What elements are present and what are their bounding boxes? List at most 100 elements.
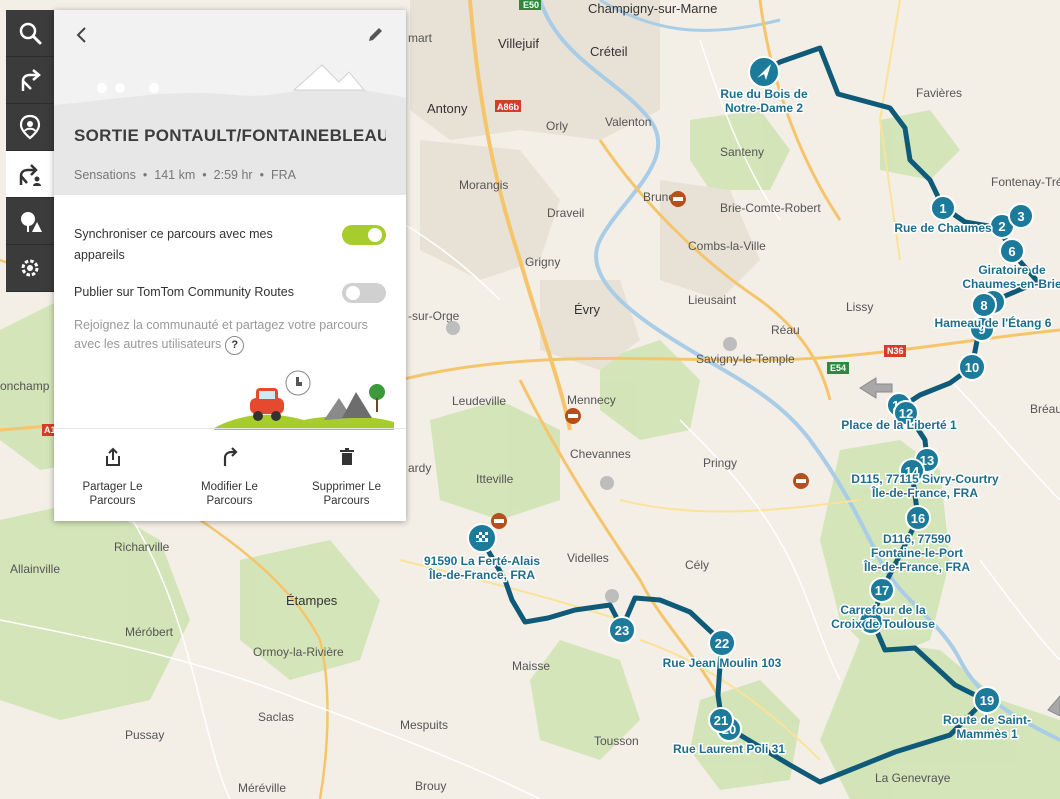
waypoint-marker[interactable]: 6 [999,238,1025,264]
waypoint-label: D115, 77115 Sivry-Courtry Île-de-France, … [851,472,999,500]
waypoint-marker[interactable]: 1 [930,195,956,221]
place-label: Morangis [459,178,508,192]
place-label: Allainville [10,562,60,576]
svg-text:22: 22 [715,636,729,651]
edit-name-button[interactable] [364,24,386,46]
route-planner-button[interactable] [6,57,54,104]
route-planner-icon [21,69,41,91]
road-closure-icon [565,408,581,424]
sync-toggle[interactable] [342,225,386,245]
road-closure-icon [670,191,686,207]
route-meta: Sensations • 141 km • 2:59 hr • FRA [74,168,296,182]
place-label: Antony [427,101,468,116]
community-note-text: Rejoignez la communauté et partagez votr… [74,318,368,351]
route-details-panel: SORTIE PONTAULT/FONTAINEBLEAU/CE Sensati… [54,10,406,521]
waypoint-marker[interactable]: 21 [708,707,734,733]
place-label: Itteville [476,472,514,486]
svg-text:21: 21 [714,713,728,728]
place-label: Grigny [525,255,560,269]
waypoint-marker[interactable]: 3 [1008,203,1034,229]
road-shield: N36 [884,345,906,357]
place-label: Évry [574,302,601,317]
svg-text:2: 2 [998,219,1005,234]
share-route-button[interactable]: Partager Le Parcours [54,429,171,522]
place-label: Fontenay-Tré [991,175,1060,189]
place-label: Orly [546,119,568,133]
place-label: Créteil [590,44,628,59]
place-label: Savigny-le-Temple [696,352,795,366]
waypoint-label: 91590 La Ferté-Alais Île-de-France, FRA [424,554,540,582]
place-label: Maisse [512,659,550,673]
share-route-label: Partager Le Parcours [82,481,143,507]
side-toolbar [6,10,54,292]
places-button[interactable] [6,104,54,151]
svg-text:E54: E54 [830,363,846,373]
sync-setting: Synchroniser ce parcours avec mes appare… [74,224,386,266]
waypoint-marker[interactable]: 22 [708,629,736,657]
share-icon [105,447,120,466]
place-label: Saclas [258,710,294,724]
poi-button[interactable] [6,198,54,245]
place-label: Méróbert [125,625,174,639]
place-label: onchamp [0,379,50,393]
chevron-left-icon [76,27,86,43]
waypoint-marker[interactable]: 23 [608,616,636,644]
poi-icon [21,212,42,232]
road-shield: A86b [495,100,521,112]
svg-text:3: 3 [1017,209,1024,224]
hiker-icon [600,476,614,490]
waypoint-marker[interactable]: 10 [958,353,986,381]
place-label: mart [408,31,433,45]
waypoint-label: Rue Laurent Poli 31 [673,742,785,756]
place-label: Mennecy [567,393,616,407]
place-label: Méréville [238,781,286,795]
place-label: Chevannes [570,447,631,461]
settings-icon [21,259,39,277]
delete-route-button[interactable]: Supprimer Le Parcours [288,429,405,522]
search-button[interactable] [6,10,54,57]
route-start-marker[interactable] [748,56,780,88]
place-label: La Genevraye [875,771,951,785]
place-label: Tousson [594,734,639,748]
community-note: Rejoignez la communauté et partagez votr… [74,316,386,355]
place-label: Favières [916,86,962,100]
route-type: Sensations [74,168,136,182]
modify-route-label: Modifier Le Parcours [201,481,258,507]
modify-route-icon [223,447,238,466]
search-icon [19,22,42,45]
pencil-icon [369,28,382,41]
back-button[interactable] [72,24,92,46]
waypoint-marker[interactable]: 8 [971,292,997,318]
publish-toggle[interactable] [342,283,386,303]
place-label: ardy [408,461,431,475]
route-finish-marker[interactable] [467,523,497,553]
place-label: Mespuits [400,718,448,732]
route-title: SORTIE PONTAULT/FONTAINEBLEAU/CE [74,126,386,145]
publish-label: Publier sur TomTom Community Routes [74,285,294,299]
modify-route-button[interactable]: Modifier Le Parcours [171,429,288,522]
place-label: Bréau [1030,402,1060,416]
svg-text:19: 19 [980,693,994,708]
delete-route-label: Supprimer Le Parcours [311,481,382,507]
place-label: Draveil [547,206,584,220]
hiker-icon [605,589,619,603]
waypoint-marker[interactable]: 16 [905,505,931,531]
route-distance: 141 km [154,168,196,182]
svg-text:A86b: A86b [497,102,520,112]
waypoint-label: Carrefour de la Croix de Toulouse [831,603,935,631]
road-closure-icon [793,473,809,489]
trash-icon [339,448,354,465]
my-routes-button[interactable] [6,151,54,198]
help-button[interactable]: ? [225,336,245,355]
places-icon [19,114,41,140]
sync-label: Synchroniser ce parcours avec mes appare… [74,227,273,262]
route-country: FRA [270,168,296,182]
svg-text:8: 8 [980,298,987,313]
place-label: Valenton [605,115,651,129]
settings-button[interactable] [6,245,54,292]
place-label: Lissy [846,300,873,314]
hiker-icon [723,337,737,351]
waypoint-marker[interactable]: 17 [869,577,895,603]
waypoint-marker[interactable]: 19 [973,686,1001,714]
svg-text:6: 6 [1008,244,1015,259]
